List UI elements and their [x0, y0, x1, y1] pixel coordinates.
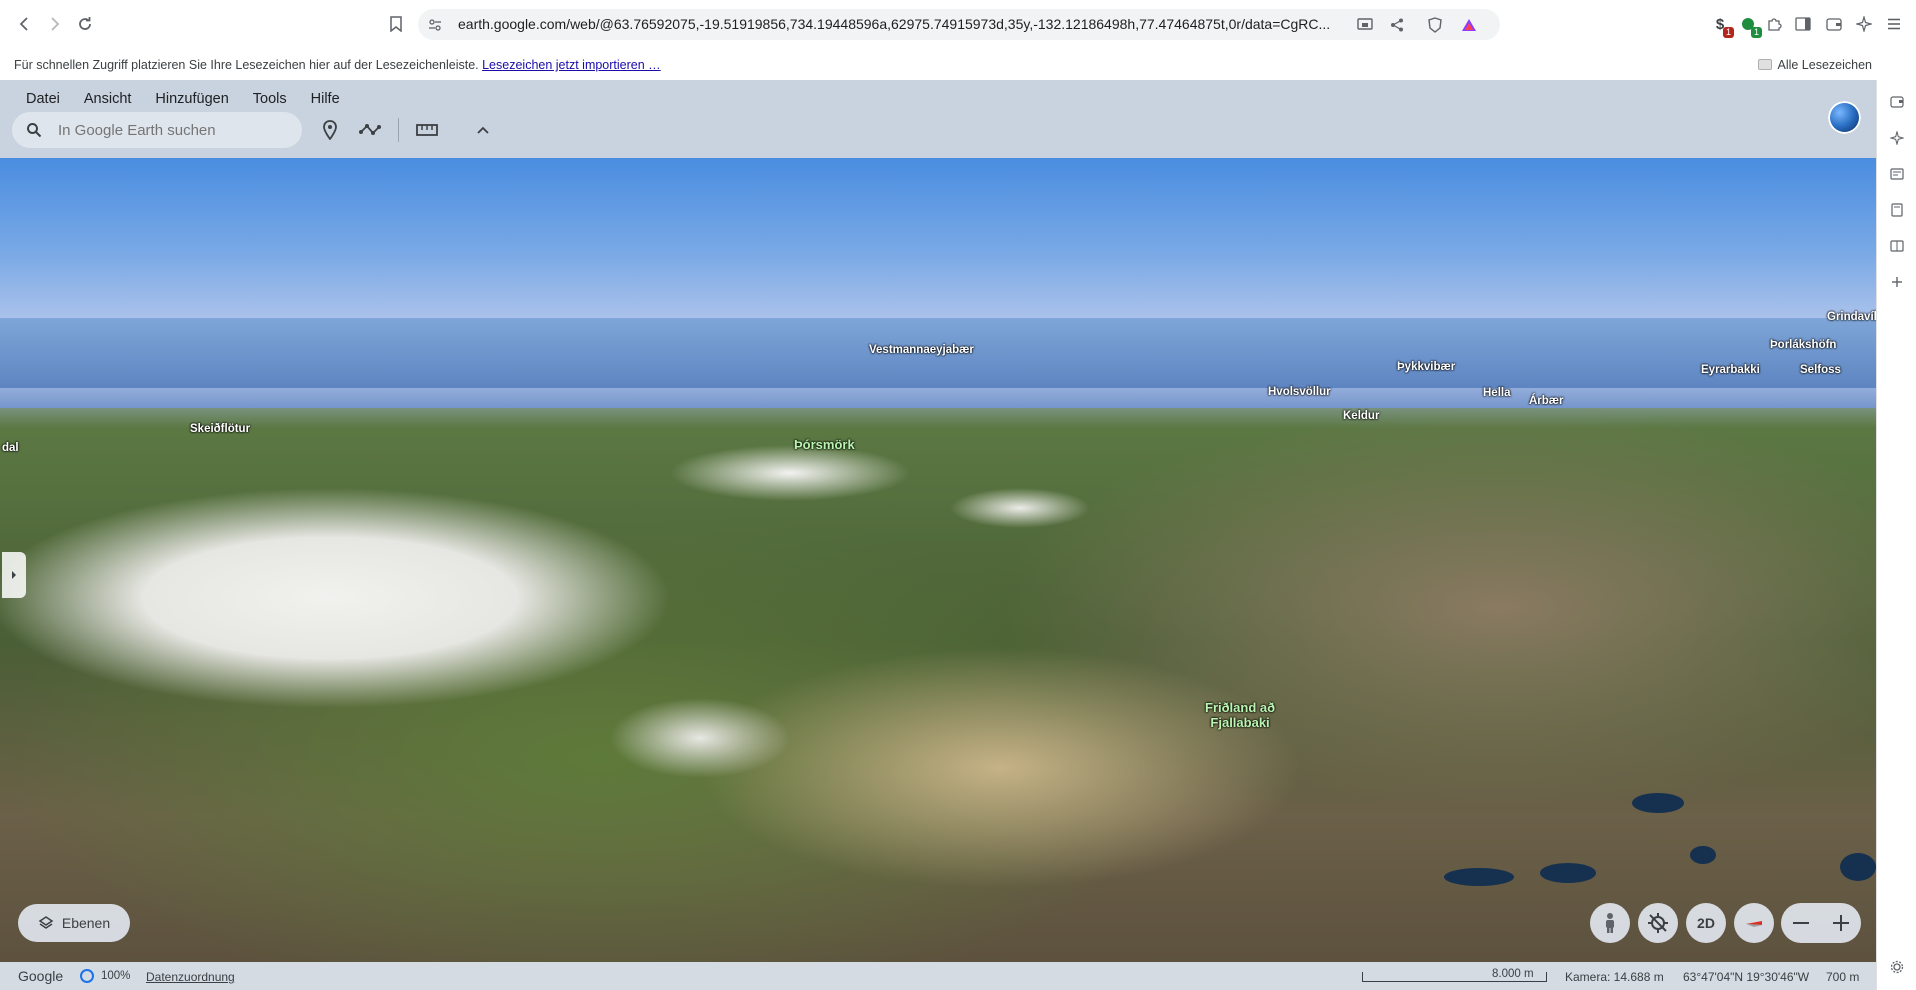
brave-rewards-icon[interactable]: [1460, 16, 1478, 34]
menu-hinzufuegen[interactable]: Hinzufügen: [143, 86, 240, 112]
place-label[interactable]: Hella: [1483, 387, 1511, 399]
extensions-puzzle-icon[interactable]: [1764, 14, 1784, 34]
map-terrain: [0, 408, 1876, 990]
place-label[interactable]: Árbær: [1529, 395, 1564, 407]
address-bar[interactable]: earth.google.com/web/@63.76592075,-19.51…: [418, 9, 1500, 40]
search-icon: [27, 123, 42, 138]
zoom-controls: [1781, 903, 1861, 943]
map-horizon-haze: [0, 388, 1876, 428]
camera-altitude: Kamera: 14.688 m: [1565, 970, 1664, 984]
all-bookmarks-label: Alle Lesezeichen: [1777, 58, 1872, 72]
place-label[interactable]: Vestmannaeyjabær: [869, 344, 974, 356]
sidebar-toggle-icon[interactable]: [1793, 14, 1813, 34]
place-label[interactable]: dal: [2, 442, 19, 454]
plus-icon: [1833, 915, 1849, 931]
extension-dollar-icon[interactable]: $ 1: [1710, 14, 1734, 38]
toggle-2d-button[interactable]: 2D: [1686, 903, 1726, 943]
back-icon[interactable]: [13, 12, 37, 36]
folder-icon: [1758, 59, 1773, 70]
place-label[interactable]: Eyrarbakki: [1701, 364, 1760, 376]
menu-hilfe[interactable]: Hilfe: [299, 86, 352, 112]
menu-ansicht[interactable]: Ansicht: [72, 86, 144, 112]
bookmarks-bar: Für schnellen Zugriff platzieren Sie Ihr…: [0, 50, 1916, 80]
leo-ai-icon[interactable]: [1854, 14, 1874, 34]
expand-panel-button[interactable]: [2, 552, 26, 598]
data-attribution-link[interactable]: Datenzuordnung: [146, 970, 235, 984]
layers-label: Ebenen: [61, 915, 111, 931]
lake-shape: [1840, 853, 1876, 881]
chevron-right-icon: [12, 571, 16, 579]
place-label[interactable]: Þykkvibær: [1397, 361, 1455, 373]
measure-ruler-icon[interactable]: [415, 118, 439, 142]
account-globe-avatar[interactable]: [1828, 101, 1861, 134]
zoom-in-button[interactable]: [1821, 903, 1861, 943]
side-panel-settings-icon[interactable]: [1887, 957, 1907, 977]
bookmarks-panel-icon[interactable]: [1887, 200, 1907, 220]
site-settings-icon[interactable]: [426, 16, 443, 33]
minus-icon: [1793, 922, 1809, 924]
scale-label: 8.000 m: [1492, 968, 1534, 980]
street-view-pegman-button[interactable]: [1590, 903, 1630, 943]
earth-status-bar: Google 100% Datenzuordnung 8.000 m Kamer…: [0, 962, 1876, 990]
wallet-icon[interactable]: [1824, 14, 1844, 34]
all-bookmarks-button[interactable]: Alle Lesezeichen: [1758, 58, 1872, 72]
place-label[interactable]: Grindavík: [1827, 311, 1876, 323]
place-label[interactable]: Hvolsvöllur: [1268, 386, 1331, 398]
my-location-button[interactable]: [1638, 903, 1678, 943]
zoom-out-button[interactable]: [1781, 903, 1821, 943]
browser-toolbar: earth.google.com/web/@63.76592075,-19.51…: [0, 0, 1916, 50]
menu-datei[interactable]: Datei: [14, 86, 72, 112]
pegman-icon: [1606, 913, 1614, 933]
reading-list-icon[interactable]: [1887, 236, 1907, 256]
search-input[interactable]: [58, 120, 288, 140]
elevation: 700 m: [1826, 970, 1860, 984]
earth-search-box[interactable]: [12, 112, 302, 148]
forward-icon[interactable]: [42, 12, 66, 36]
place-label[interactable]: Selfoss: [1800, 364, 1841, 376]
wallet-panel-icon[interactable]: [1887, 92, 1907, 112]
toolbar-divider: [398, 118, 399, 142]
earth-menubar: Datei Ansicht Hinzufügen Tools Hilfe: [14, 86, 352, 112]
cursor-coordinates: 63°47'04"N 19°30'46"W: [1683, 970, 1810, 984]
reload-icon[interactable]: [73, 12, 97, 36]
loading-progress-icon: [80, 969, 94, 983]
lake-shape: [1540, 863, 1596, 883]
import-bookmarks-link[interactable]: Lesezeichen jetzt importieren …: [482, 58, 661, 72]
bookmarks-hint: Für schnellen Zugriff platzieren Sie Ihr…: [14, 58, 661, 72]
earth-header: Datei Ansicht Hinzufügen Tools Hilfe: [0, 80, 1876, 158]
place-label-park[interactable]: Friðland að Fjallabaki: [1205, 700, 1275, 730]
google-logo: Google: [18, 968, 64, 984]
browser-side-panel: [1876, 80, 1916, 990]
leo-panel-icon[interactable]: [1887, 128, 1907, 148]
place-label-park[interactable]: Þórsmörk: [794, 437, 855, 452]
lake-shape: [1632, 793, 1684, 813]
place-label[interactable]: Skeiðflötur: [190, 423, 250, 435]
url-text: earth.google.com/web/@63.76592075,-19.51…: [458, 16, 1331, 32]
placemark-icon[interactable]: [318, 118, 342, 142]
menu-icon[interactable]: [1884, 14, 1904, 34]
compass-button[interactable]: [1734, 903, 1774, 943]
draw-path-icon[interactable]: [358, 118, 382, 142]
brave-shield-icon[interactable]: [1426, 16, 1444, 34]
earth-3d-map[interactable]: Vestmannaeyjabær Þykkvibær Grindavík Þor…: [0, 158, 1876, 990]
add-panel-icon[interactable]: [1887, 272, 1907, 292]
collapse-toolbar-icon[interactable]: [471, 118, 495, 142]
extension-green-icon[interactable]: 1: [1738, 14, 1762, 38]
layers-icon: [38, 916, 54, 929]
lake-shape: [1444, 868, 1514, 886]
google-earth-app: Datei Ansicht Hinzufügen Tools Hilfe In …: [0, 80, 1876, 990]
compass-icon: [1746, 921, 1762, 927]
layers-button[interactable]: Ebenen: [18, 904, 130, 942]
place-label[interactable]: Keldur: [1343, 410, 1379, 422]
location-off-icon: [1648, 913, 1668, 933]
place-label[interactable]: Þorlákshöfn: [1770, 339, 1836, 351]
bookmarks-hint-text: Für schnellen Zugriff platzieren Sie Ihr…: [14, 58, 479, 72]
load-percent: 100%: [101, 970, 131, 982]
menu-tools[interactable]: Tools: [241, 86, 299, 112]
news-panel-icon[interactable]: [1887, 164, 1907, 184]
share-icon[interactable]: [1388, 16, 1406, 34]
lake-shape: [1690, 846, 1716, 864]
bookmark-star-icon[interactable]: [384, 12, 408, 36]
cast-icon[interactable]: [1356, 16, 1374, 34]
